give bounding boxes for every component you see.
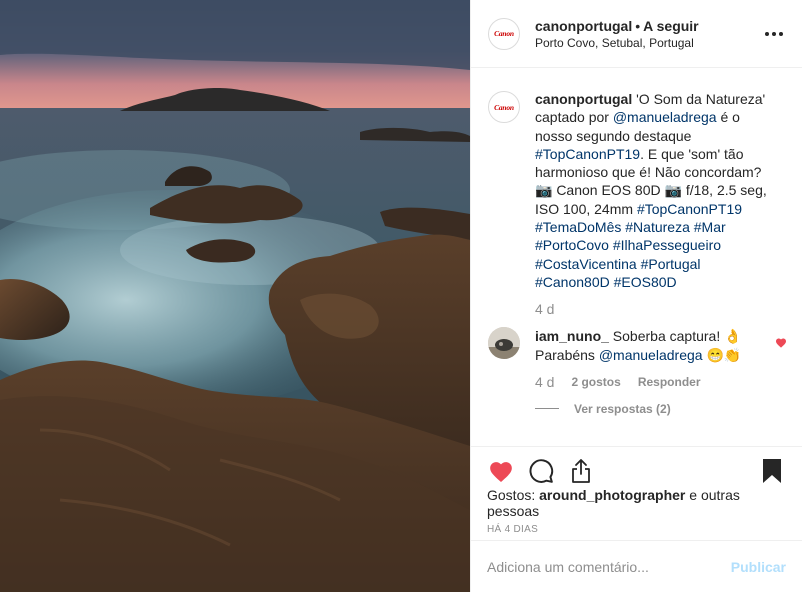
seascape-image [0,0,470,592]
like-heart-icon[interactable] [487,457,515,485]
post-panel: Canon canonportugal • A seguir Porto Covo,… [470,0,802,592]
commenter-avatar-image [488,327,520,360]
comment-text: iam_nuno_ Soberba captura! 👌 Parabéns @m… [535,327,755,364]
header-line: canonportugal • A seguir [535,17,762,35]
comment-part: 😁👏 [702,346,742,363]
hashtag[interactable]: #TopCanonPT19 [637,201,742,217]
caption-avatar[interactable]: Canon [488,91,520,123]
comment-row: iam_nuno_ Soberba captura! 👌 Parabéns @m… [488,327,786,364]
post-timestamp[interactable]: HÁ 4 DIAS [487,524,786,535]
commenter-username[interactable]: iam_nuno_ [535,328,609,344]
header-username[interactable]: canonportugal [535,18,632,34]
comment-input[interactable] [487,558,731,575]
hashtag[interactable]: #TemaDoMês [535,219,621,235]
hashtag[interactable]: #Portugal [641,256,701,272]
comment-icon[interactable] [527,457,555,485]
liked-by-username[interactable]: around_photographer [539,487,685,503]
following-button[interactable]: A seguir [643,18,699,34]
caption-row: Canon canonportugal 'O Som da Natureza' … [488,90,786,291]
hashtag[interactable]: #Natureza [625,219,690,235]
comment-mention[interactable]: @manueladrega [599,347,703,363]
reply-button[interactable]: Responder [638,375,701,389]
account-avatar[interactable]: Canon [488,17,520,50]
comments-section: Canon canonportugal 'O Som da Natureza' … [471,68,802,446]
hashtag[interactable]: #Mar [694,219,726,235]
share-icon[interactable] [567,457,595,485]
view-replies-label: Ver respostas (2) [574,401,671,416]
location-link[interactable]: Porto Covo, Setubal, Portugal [535,35,762,51]
hashtag[interactable]: #PortoCovo [535,237,609,253]
header-separator: • [635,17,641,34]
caption-time[interactable]: 4 d [535,301,786,317]
caption-text: canonportugal 'O Som da Natureza' captad… [535,90,775,291]
likes-prefix: Gostos: [487,487,540,503]
hashtag[interactable]: #IlhaPessegueiro [613,237,721,253]
replies-divider [535,408,559,410]
likes-summary: Gostos: around_photographer e outras pes… [487,487,786,519]
canon-logo: Canon [494,102,514,112]
bookmark-icon[interactable] [758,457,786,485]
hashtag[interactable]: #TopCanonPT19 [535,146,640,162]
comment-time[interactable]: 4 d [535,374,554,390]
comment-like-heart-icon[interactable] [775,337,787,349]
hashtag[interactable]: #CostaVicentina [535,256,637,272]
post-header: Canon canonportugal • A seguir Porto Covo,… [471,0,802,68]
publish-button[interactable]: Publicar [731,559,786,575]
post-photo[interactable] [0,0,470,592]
add-comment-bar: Publicar [471,540,802,592]
more-options-icon[interactable] [762,22,786,46]
comment-meta: 4 d 2 gostos Responder [535,374,786,390]
hashtag[interactable]: #EOS80D [614,274,677,290]
caption-username[interactable]: canonportugal [535,91,632,107]
action-bar: Gostos: around_photographer e outras pes… [471,446,802,535]
header-text: canonportugal • A seguir Porto Covo, Setub… [535,17,762,51]
hashtag[interactable]: #Canon80D [535,274,610,290]
canon-logo: Canon [494,29,514,38]
comment-likes[interactable]: 2 gostos [571,375,620,389]
commenter-avatar[interactable] [488,327,520,360]
caption-mention[interactable]: @manueladrega [613,109,717,125]
view-replies[interactable]: Ver respostas (2) [535,402,786,416]
